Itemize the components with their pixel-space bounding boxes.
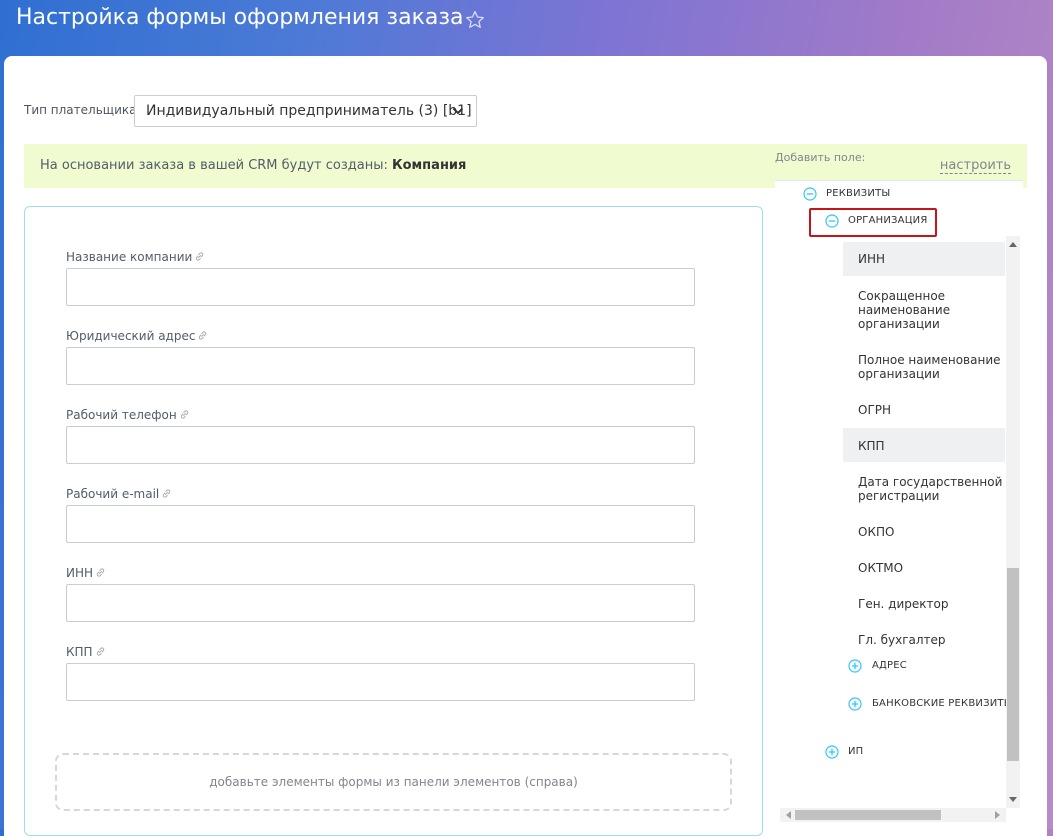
field-label-inn: ИНН: [66, 566, 106, 580]
payer-type-select[interactable]: Индивидуальный предприниматель (3) [b1]: [134, 95, 477, 127]
tree-item-okpo[interactable]: ОКПО: [843, 525, 1005, 539]
banner-entity: Компания: [392, 158, 467, 173]
tree-group-address[interactable]: АДРЕС: [872, 660, 907, 671]
tree-group-organization[interactable]: ОРГАНИЗАЦИЯ: [848, 215, 928, 226]
payer-type-label: Тип плательщика:: [24, 103, 141, 117]
kpp-input[interactable]: [66, 663, 695, 701]
work-phone-input[interactable]: [66, 426, 695, 464]
company-name-input[interactable]: [66, 268, 695, 306]
field-label-legal-address: Юридический адрес: [66, 329, 208, 343]
link-icon[interactable]: [95, 567, 106, 578]
tree-item-chief-accountant[interactable]: Гл. бухгалтер: [843, 633, 1005, 647]
configure-link[interactable]: настроить: [939, 158, 1011, 174]
tree-group-requisites[interactable]: РЕКВИЗИТЫ: [826, 188, 890, 199]
field-label-work-phone: Рабочий телефон: [66, 408, 190, 422]
link-icon[interactable]: [95, 646, 106, 657]
tree-item-inn[interactable]: ИНН: [843, 242, 1005, 276]
field-label-work-email: Рабочий e-mail: [66, 487, 172, 501]
tree-item-oktmo[interactable]: ОКТМО: [843, 561, 1005, 575]
form-preview-panel: Название компании Юридический адрес Рабо…: [24, 206, 763, 836]
field-label-company-name: Название компании: [66, 250, 205, 264]
add-field-label: Добавить поле:: [775, 151, 866, 164]
form-drop-zone[interactable]: добавьте элементы формы из панели элемен…: [55, 753, 732, 811]
tree-item-ogrn[interactable]: ОГРН: [843, 403, 1005, 417]
page-title: Настройка формы оформления заказа: [16, 5, 464, 30]
tree-item-registration-date[interactable]: Дата государственной регистрации: [843, 475, 1005, 503]
collapse-icon[interactable]: [825, 214, 839, 228]
expand-icon[interactable]: [848, 659, 862, 673]
link-icon[interactable]: [197, 330, 208, 341]
tree-item-short-name[interactable]: Сокращенное наименование организации: [843, 289, 1005, 331]
payer-type-value: Индивидуальный предприниматель (3) [b1]: [146, 103, 472, 119]
inn-input[interactable]: [66, 584, 695, 622]
top-bar: Настройка формы оформления заказа: [0, 0, 1053, 60]
horizontal-scrollbar[interactable]: [780, 808, 1006, 822]
vertical-scrollbar[interactable]: [1006, 236, 1020, 808]
link-icon[interactable]: [161, 488, 172, 499]
link-icon[interactable]: [194, 251, 205, 262]
expand-icon[interactable]: [848, 697, 862, 711]
field-tree-panel: РЕКВИЗИТЫ ОРГАНИЗАЦИЯ ИНН Сокращенное на…: [775, 180, 1023, 774]
expand-icon[interactable]: [825, 745, 839, 759]
tree-group-ip[interactable]: ИП: [848, 746, 863, 757]
field-label-kpp: КПП: [66, 645, 106, 659]
work-email-input[interactable]: [66, 505, 695, 543]
collapse-icon[interactable]: [803, 187, 817, 201]
star-icon[interactable]: [464, 9, 486, 31]
banner-text: На основании заказа в вашей CRM будут со…: [40, 158, 467, 173]
tree-item-full-name[interactable]: Полное наименование организации: [843, 353, 1005, 381]
tree-group-bank-details[interactable]: БАНКОВСКИЕ РЕКВИЗИТЫ: [872, 698, 1013, 709]
tree-item-kpp[interactable]: КПП: [843, 428, 1005, 462]
link-icon[interactable]: [179, 409, 190, 420]
tree-item-ceo[interactable]: Ген. директор: [843, 597, 1005, 611]
legal-address-input[interactable]: [66, 347, 695, 385]
chevron-down-icon: [452, 107, 464, 115]
